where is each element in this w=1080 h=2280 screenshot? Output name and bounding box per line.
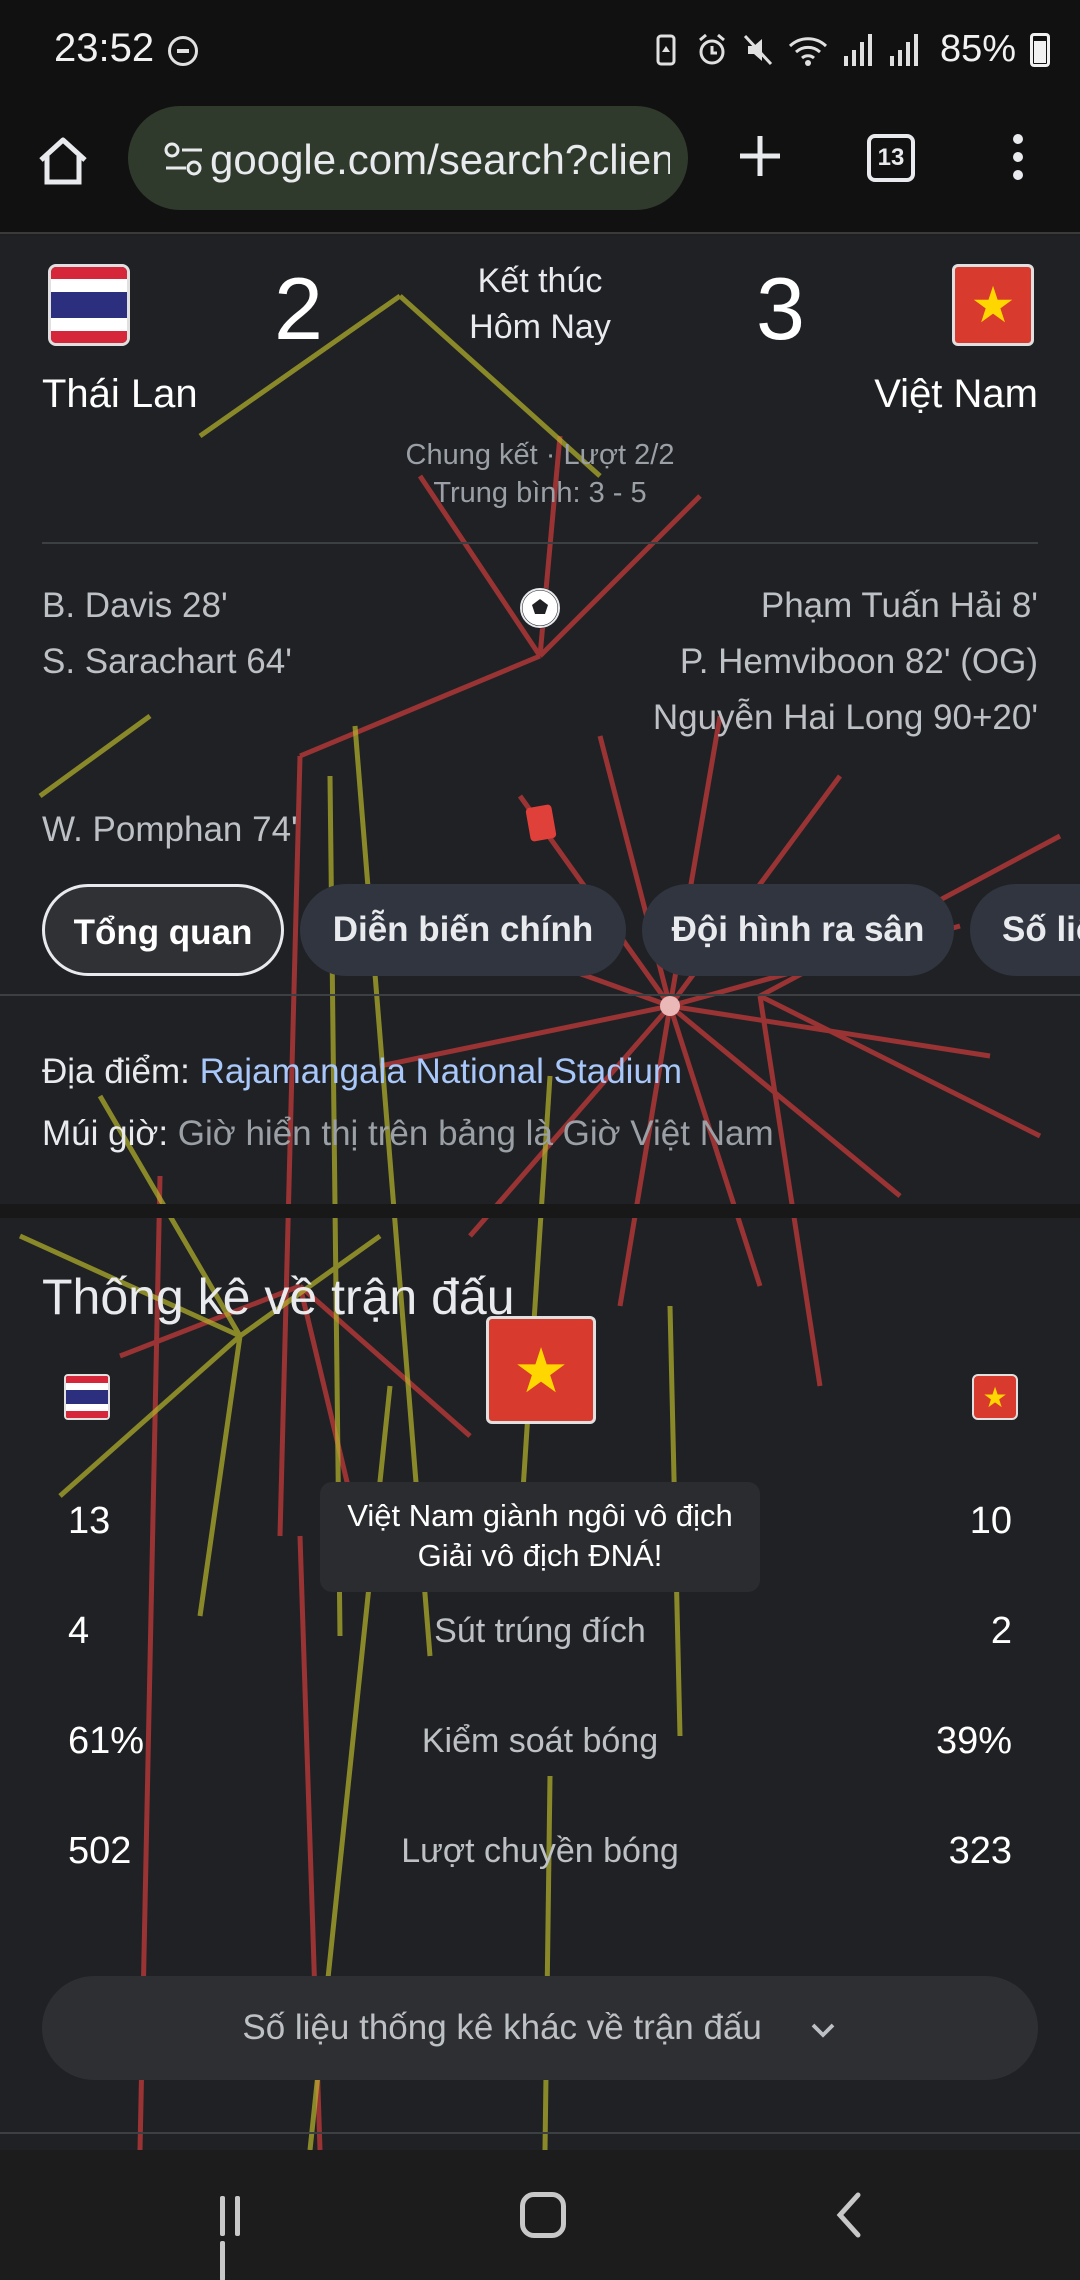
timezone-label: Múi giờ: bbox=[42, 1114, 169, 1153]
stat-label: Lượt chuyền bóng bbox=[401, 1832, 679, 1870]
home-team-name[interactable]: Thái Lan bbox=[42, 372, 198, 417]
tab-stats[interactable]: Số liệu bbox=[970, 884, 1080, 976]
thailand-flag-icon bbox=[48, 264, 130, 346]
recent-apps-icon[interactable] bbox=[220, 2196, 264, 2280]
alarm-icon bbox=[698, 33, 725, 64]
stat-label: Kiểm soát bóng bbox=[421, 1722, 659, 1760]
mute-icon bbox=[743, 34, 773, 65]
more-stats-button[interactable]: Số liệu thống kê khác về trận đấu bbox=[42, 1976, 1038, 2080]
timezone-text: Giờ hiển thị trên bảng là Giờ Việt Nam bbox=[177, 1114, 774, 1153]
aggregate-score: Trung bình: 3 - 5 bbox=[433, 477, 647, 509]
stat-label: Sút trúng đích bbox=[434, 1612, 646, 1650]
section-divider bbox=[0, 1204, 1080, 1218]
status-time: 23:52 bbox=[54, 26, 155, 70]
signal-icon bbox=[843, 33, 872, 66]
away-goal: Nguyễn Hai Long 90+20' bbox=[652, 698, 1038, 737]
wifi-icon bbox=[788, 36, 827, 66]
tab-overview[interactable]: Tổng quan bbox=[42, 884, 284, 976]
do-not-disturb-icon bbox=[168, 36, 198, 66]
home-card: W. Pomphan 74' bbox=[42, 810, 298, 849]
divider bbox=[0, 994, 1080, 996]
championship-line2: Giải vô địch ĐNÁ! bbox=[417, 1538, 663, 1573]
stat-home-value: 4 bbox=[68, 1610, 90, 1652]
away-goal: Phạm Tuấn Hải 8' bbox=[760, 586, 1038, 625]
stat-away-value: 323 bbox=[948, 1830, 1012, 1872]
soccer-ball-icon bbox=[519, 587, 561, 629]
back-icon[interactable] bbox=[830, 2190, 870, 2240]
home-goal: S. Sarachart 64' bbox=[42, 642, 292, 681]
match-status-line1: Kết thúc bbox=[477, 262, 603, 300]
chevron-down-icon bbox=[811, 2023, 834, 2038]
battery-percent: 85% bbox=[939, 28, 1016, 70]
url-text[interactable]: google.com/search?client bbox=[210, 136, 670, 184]
stat-home-value: 502 bbox=[68, 1830, 132, 1872]
browser-toolbar: google.com/search?client 13 bbox=[0, 100, 1080, 234]
round-label: Chung kết · Lượt 2/2 bbox=[405, 439, 675, 471]
status-bar: 23:52 85% bbox=[0, 0, 1080, 100]
more-options-icon[interactable] bbox=[1008, 134, 1028, 184]
battery-saver-icon bbox=[656, 34, 676, 65]
venue-label: Địa điểm: bbox=[42, 1052, 190, 1091]
tab-lineups[interactable]: Đội hình ra sân bbox=[642, 884, 954, 976]
home-nav-icon[interactable] bbox=[520, 2192, 566, 2238]
home-score: 2 bbox=[274, 259, 323, 358]
timezone-row: Múi giờ: Giờ hiển thị trên bảng là Giờ V… bbox=[42, 1114, 774, 1154]
stat-home-value: 13 bbox=[68, 1500, 111, 1542]
site-settings-icon[interactable] bbox=[164, 142, 204, 176]
vietnam-flag-icon: ★ bbox=[486, 1316, 596, 1424]
divider bbox=[42, 542, 1038, 544]
home-goal: B. Davis 28' bbox=[42, 586, 228, 625]
status-icons: 85% bbox=[650, 28, 1050, 71]
championship-line1: Việt Nam giành ngôi vô địch bbox=[347, 1498, 733, 1533]
system-navigation-bar bbox=[0, 2150, 1080, 2280]
tab-key-events[interactable]: Diễn biến chính bbox=[300, 884, 626, 976]
vietnam-flag-icon: ★ bbox=[952, 264, 1034, 346]
match-status-line2: Hôm Nay bbox=[469, 308, 611, 346]
stat-away-value: 2 bbox=[990, 1610, 1012, 1652]
thailand-flag-icon bbox=[64, 1374, 110, 1420]
away-score: 3 bbox=[756, 259, 805, 358]
home-icon[interactable] bbox=[36, 134, 90, 188]
round-info: Chung kết · Lượt 2/2 Trung bình: 3 - 5 bbox=[290, 436, 790, 512]
stats-section-title: Thống kê về trận đấu bbox=[42, 1269, 515, 1325]
address-bar[interactable]: google.com/search?client bbox=[128, 106, 688, 210]
match-status: Kết thúc Hôm Nay bbox=[400, 258, 680, 350]
venue-link[interactable]: Rajamangala National Stadium bbox=[200, 1052, 683, 1091]
signal-icon bbox=[889, 33, 918, 66]
vietnam-flag-icon: ★ bbox=[972, 1374, 1018, 1420]
away-team-name[interactable]: Việt Nam bbox=[874, 372, 1038, 417]
championship-banner: Việt Nam giành ngôi vô địch Giải vô địch… bbox=[320, 1482, 760, 1592]
away-goal: P. Hemviboon 82' (OG) bbox=[679, 642, 1038, 681]
search-result-content: 2 Kết thúc Hôm Nay 3 ★ Thái Lan Việt Nam… bbox=[0, 236, 1080, 2150]
new-tab-icon[interactable] bbox=[738, 134, 782, 178]
more-stats-label: Số liệu thống kê khác về trận đấu bbox=[242, 2008, 762, 2047]
stat-away-value: 10 bbox=[969, 1500, 1012, 1542]
stat-away-value: 39% bbox=[935, 1720, 1012, 1762]
venue-row: Địa điểm: Rajamangala National Stadium bbox=[42, 1052, 682, 1092]
divider bbox=[0, 2132, 1080, 2134]
tab-switcher-button[interactable]: 13 bbox=[867, 134, 915, 182]
stat-home-value: 61% bbox=[68, 1720, 145, 1762]
battery-icon bbox=[1030, 32, 1050, 67]
phone-screen: 23:52 85% google.com/search?client 13 2 … bbox=[0, 0, 1080, 2280]
